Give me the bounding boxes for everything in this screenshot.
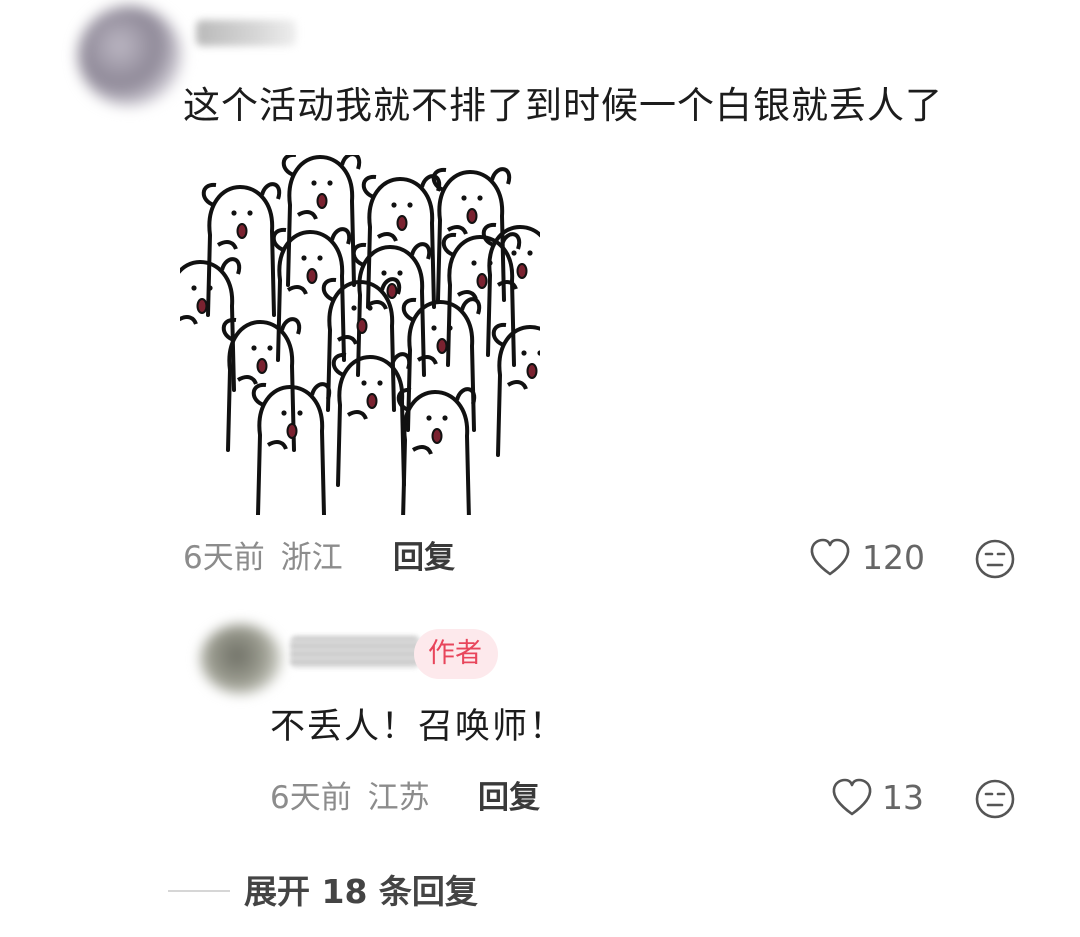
comment-sticker-image[interactable]	[180, 155, 540, 515]
reply-reply-button[interactable]: 回复	[478, 778, 540, 818]
expand-divider	[168, 890, 230, 892]
bear-crowd-sticker	[180, 155, 540, 515]
bear-figure	[281, 155, 362, 287]
reply-text: 不丢人！召唤师！	[270, 707, 567, 747]
reply-like-count: 13	[882, 778, 924, 817]
comment-reaction-button[interactable]	[974, 538, 1016, 580]
comment-time: 6天前	[183, 540, 265, 576]
bear-figure	[401, 297, 482, 432]
reply-author-avatar[interactable]	[200, 624, 282, 694]
bear-figure	[441, 232, 522, 367]
bear-figure	[431, 167, 512, 302]
comment-location: 浙江	[280, 540, 343, 576]
bear-figure	[201, 182, 282, 317]
comment-like-button[interactable]	[808, 536, 852, 580]
commenter-avatar[interactable]	[78, 6, 182, 106]
bear-figure	[331, 352, 412, 487]
reply-author-username-blurred[interactable]	[290, 636, 420, 668]
reply-location: 江苏	[367, 780, 430, 816]
bear-figure	[491, 322, 540, 457]
author-badge: 作者	[414, 629, 498, 679]
comment-like-count: 120	[862, 538, 925, 577]
expand-replies-button[interactable]: 展开 18 条回复	[244, 870, 478, 914]
reply-like-button[interactable]	[830, 776, 874, 820]
meh-face-icon	[975, 779, 1015, 819]
commenter-username-blurred[interactable]	[196, 20, 296, 46]
comment-reply-button[interactable]: 回复	[393, 538, 455, 578]
bear-figure	[396, 387, 477, 515]
reply-time: 6天前	[270, 780, 352, 816]
heart-outline-icon	[810, 538, 850, 576]
heart-outline-icon	[832, 778, 872, 816]
meh-face-icon	[975, 539, 1015, 579]
comment-text: 这个活动我就不排了到时候一个白银就丢人了	[183, 84, 943, 127]
reply-reaction-button[interactable]	[974, 778, 1016, 820]
